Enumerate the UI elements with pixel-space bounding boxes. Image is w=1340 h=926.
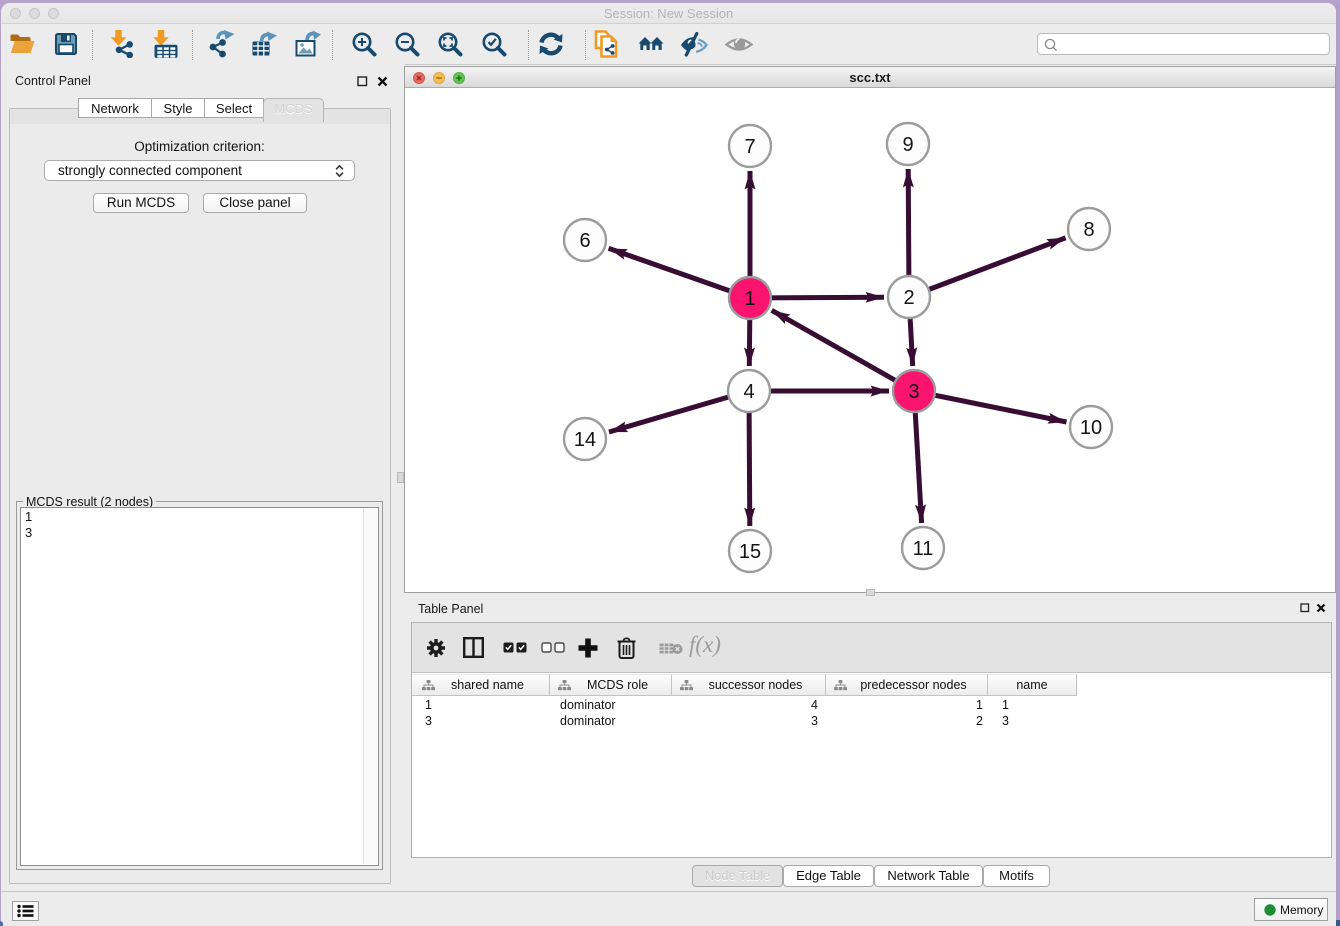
svg-text:4: 4 (743, 381, 754, 403)
svg-text:7: 7 (744, 136, 755, 158)
svg-text:8: 8 (1083, 219, 1094, 241)
svg-text:2: 2 (903, 287, 914, 309)
svg-text:10: 10 (1080, 417, 1102, 439)
svg-text:3: 3 (908, 381, 919, 403)
svg-text:14: 14 (574, 429, 596, 451)
svg-text:9: 9 (902, 134, 913, 156)
svg-text:11: 11 (913, 538, 934, 560)
svg-text:6: 6 (579, 230, 590, 252)
svg-text:1: 1 (744, 288, 755, 310)
svg-text:15: 15 (739, 541, 761, 563)
